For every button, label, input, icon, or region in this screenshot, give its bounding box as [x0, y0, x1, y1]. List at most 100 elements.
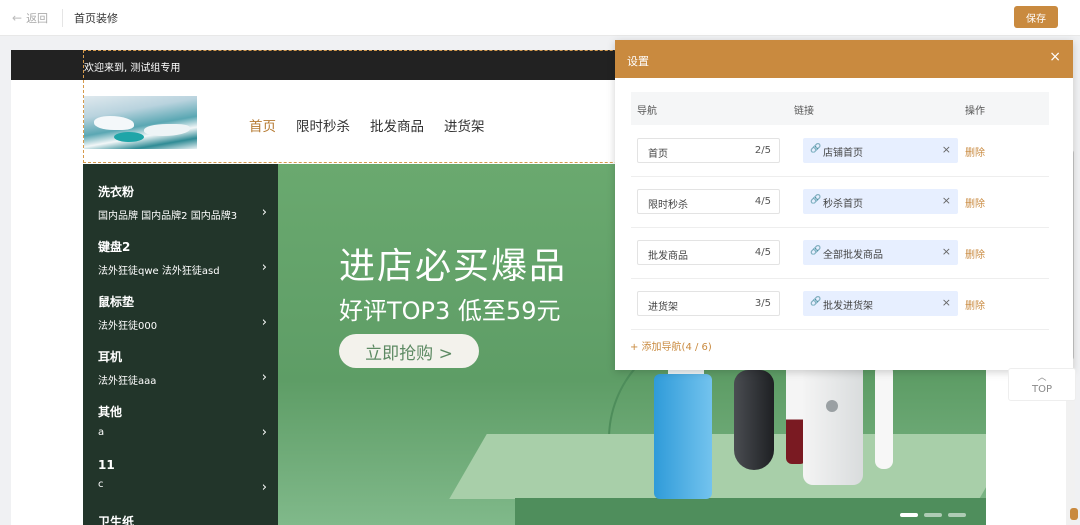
category-item[interactable]: 耳机 法外狂徒aaa › [98, 348, 273, 387]
carousel-indicators [900, 513, 966, 517]
col-link: 链接 [794, 106, 814, 117]
category-title: 卫生纸 [98, 515, 135, 525]
floating-indicator [1070, 508, 1078, 520]
link-icon: 🔗 [810, 297, 822, 307]
clear-icon[interactable]: × [942, 245, 951, 258]
category-sidebar: 洗衣粉 国内品牌 国内品牌2 国内品牌3 › 键盘2 法外狂徒qwe 法外狂徒a… [83, 164, 278, 525]
category-title: 鼠标垫 [98, 295, 135, 309]
divider [62, 9, 63, 27]
link-value: 店铺首页 [823, 148, 863, 159]
banner-subtitle: 好评TOP3 低至59元 [339, 297, 561, 325]
table-row: 限时秒杀 4/5 🔗 秒杀首页 × 删除 [631, 177, 1049, 228]
category-title: 键盘2 [98, 240, 131, 254]
nav-name-input[interactable]: 进货架 3/5 [637, 291, 780, 316]
arrow-left-icon: ← [12, 11, 23, 25]
add-nav-button[interactable]: + 添加导航(4 / 6) [630, 338, 712, 353]
chevron-right-icon: › [261, 205, 267, 220]
banner-cta-button[interactable]: 立即抢购 > [339, 334, 479, 368]
category-item[interactable]: 其他 a › [98, 403, 273, 440]
category-title: 洗衣粉 [98, 185, 135, 199]
table-row: 首页 2/5 🔗 店铺首页 × 删除 [631, 126, 1049, 177]
category-sub: 法外狂徒qwe 法外狂徒asd [98, 266, 220, 277]
table-row: 批发商品 4/5 🔗 全部批发商品 × 删除 [631, 228, 1049, 279]
category-title: 11 [98, 458, 115, 472]
chevron-right-icon: › [261, 480, 267, 495]
category-sub: 法外狂徒000 [98, 321, 158, 332]
char-count: 2/5 [754, 145, 771, 156]
close-icon[interactable]: × [1049, 49, 1061, 65]
nav-item-restock[interactable]: 进货架 [444, 115, 485, 135]
delete-button[interactable]: 删除 [965, 246, 985, 261]
col-nav: 导航 [637, 106, 657, 117]
clear-icon[interactable]: × [942, 296, 951, 309]
back-button[interactable]: ← 返回 [12, 10, 48, 26]
category-sub: c [98, 479, 104, 490]
chevron-up-icon: ︿ [1037, 373, 1047, 383]
category-item[interactable]: 11 c › [98, 458, 273, 495]
input-value: 批发商品 [648, 251, 688, 262]
back-to-top-button[interactable]: ︿ TOP [1008, 368, 1076, 401]
nav-name-input[interactable]: 限时秒杀 4/5 [637, 189, 780, 214]
clear-icon[interactable]: × [942, 194, 951, 207]
delete-button[interactable]: 删除 [965, 144, 985, 159]
category-title: 耳机 [98, 350, 123, 364]
settings-table-header: 导航 链接 操作 [631, 92, 1049, 125]
chevron-right-icon: › [261, 425, 267, 440]
category-item[interactable]: 洗衣粉 国内品牌 国内品牌2 国内品牌3 › [98, 183, 273, 222]
nav-item-flash-sale[interactable]: 限时秒杀 [296, 115, 350, 135]
char-count: 3/5 [754, 298, 771, 309]
nav-name-input[interactable]: 首页 2/5 [637, 138, 780, 163]
page-title: 首页装修 [74, 12, 118, 25]
link-icon: 🔗 [810, 195, 822, 205]
category-sub: 国内品牌 国内品牌2 国内品牌3 [98, 211, 238, 222]
category-sub: 法外狂徒aaa [98, 376, 157, 387]
link-selector[interactable]: 🔗 全部批发商品 × [803, 240, 958, 265]
top-label: TOP [1031, 384, 1052, 395]
category-item[interactable]: 鼠标垫 法外狂徒000 › [98, 293, 273, 332]
product-image [803, 360, 863, 485]
settings-title: 设置 [627, 55, 649, 68]
link-value: 秒杀首页 [823, 199, 863, 210]
save-button[interactable]: 保存 [1014, 6, 1058, 28]
nav-item-home[interactable]: 首页 [249, 115, 276, 135]
table-row: 进货架 3/5 🔗 批发进货架 × 删除 [631, 279, 1049, 330]
input-value: 首页 [648, 149, 668, 160]
delete-button[interactable]: 删除 [965, 297, 985, 312]
settings-panel: 设置 × 导航 链接 操作 首页 2/5 🔗 店铺首页 × 删除 限时秒杀 4/… [615, 40, 1073, 370]
category-item[interactable]: 键盘2 法外狂徒qwe 法外狂徒asd › [98, 238, 273, 277]
category-item[interactable]: 卫生纸 [98, 513, 273, 525]
chevron-right-icon: › [261, 315, 267, 330]
product-image [734, 370, 774, 470]
chevron-right-icon: › [261, 260, 267, 275]
char-count: 4/5 [754, 196, 771, 207]
link-value: 全部批发商品 [823, 250, 883, 261]
carousel-dot[interactable] [924, 513, 942, 517]
input-value: 进货架 [648, 302, 678, 313]
carousel-dot[interactable] [948, 513, 966, 517]
store-logo [84, 96, 197, 149]
delete-button[interactable]: 删除 [965, 195, 985, 210]
clear-icon[interactable]: × [942, 143, 951, 156]
link-selector[interactable]: 🔗 秒杀首页 × [803, 189, 958, 214]
carousel-dot[interactable] [900, 513, 918, 517]
link-icon: 🔗 [810, 246, 822, 256]
category-title: 其他 [98, 405, 123, 419]
back-label: 返回 [26, 12, 49, 25]
col-action: 操作 [965, 106, 985, 117]
product-image [654, 374, 712, 499]
char-count: 4/5 [754, 247, 771, 258]
store-nav: 首页 限时秒杀 批发商品 进货架 [249, 115, 485, 135]
link-value: 批发进货架 [823, 301, 873, 312]
category-sub: a [98, 427, 105, 438]
nav-name-input[interactable]: 批发商品 4/5 [637, 240, 780, 265]
nav-item-wholesale[interactable]: 批发商品 [370, 115, 424, 135]
product-image [875, 364, 893, 469]
link-icon: 🔗 [810, 144, 822, 154]
input-value: 限时秒杀 [648, 200, 688, 211]
link-selector[interactable]: 🔗 店铺首页 × [803, 138, 958, 163]
settings-header: 设置 × [615, 40, 1073, 78]
chevron-right-icon: › [261, 370, 267, 385]
top-bar: ← 返回 首页装修 保存 [0, 0, 1080, 36]
link-selector[interactable]: 🔗 批发进货架 × [803, 291, 958, 316]
banner-title: 进店必买爆品 [339, 246, 568, 287]
